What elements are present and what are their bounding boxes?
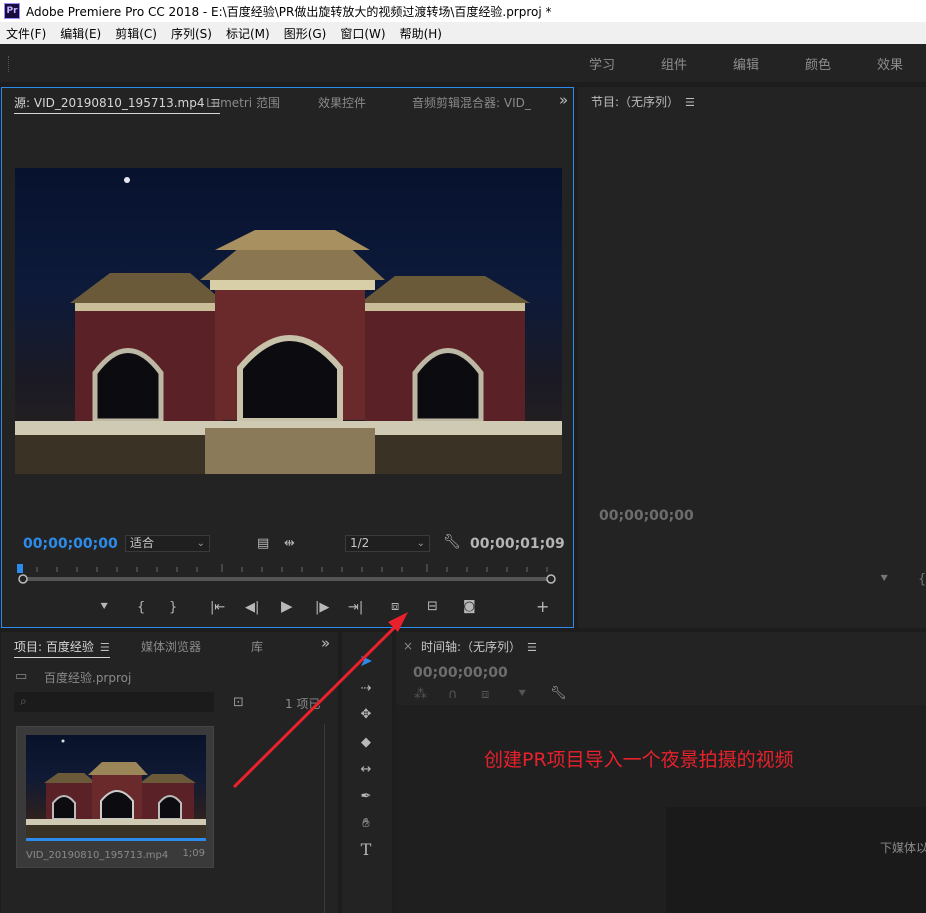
annotation-text: 创建PR项目导入一个夜景拍摄的视频	[484, 749, 794, 771]
annotation-arrow	[232, 612, 408, 789]
